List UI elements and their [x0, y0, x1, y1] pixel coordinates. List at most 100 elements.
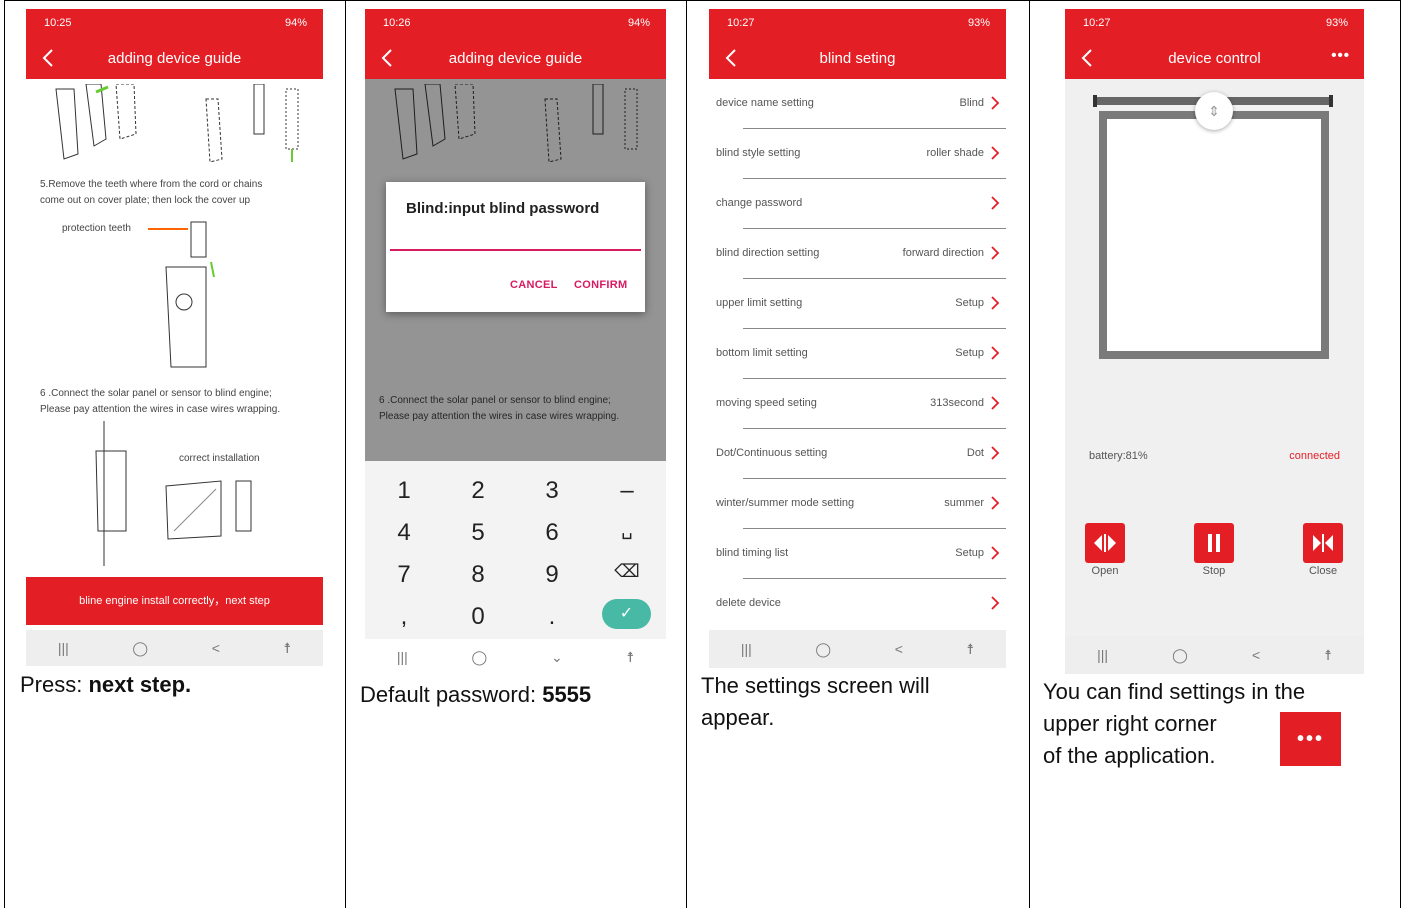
- android-nav-bar: ||| ◯ < ☨: [709, 630, 1006, 668]
- phone-screen-settings: 10:27 93% blind seting device name setti…: [709, 9, 1006, 668]
- settings-row[interactable]: change password: [709, 179, 1006, 229]
- back-arrow-icon[interactable]: [38, 47, 60, 69]
- app-bar: adding device guide: [26, 37, 323, 79]
- key-space[interactable]: ␣: [597, 519, 657, 540]
- settings-row[interactable]: device name setting Blind: [709, 79, 1006, 129]
- nav-back-icon[interactable]: <: [212, 640, 220, 656]
- connection-status: connected: [1289, 450, 1340, 462]
- chevron-right-icon: [991, 396, 1000, 410]
- blind-position-slider-handle[interactable]: ⇕: [1195, 92, 1233, 130]
- settings-row-value: Setup: [955, 297, 984, 309]
- caption-bold: next step.: [88, 672, 192, 697]
- status-time: 10:25: [44, 17, 72, 29]
- nav-home-icon[interactable]: ◯: [1172, 647, 1188, 664]
- backspace-key[interactable]: ⌫: [597, 561, 657, 582]
- correct-installation-sketch: [95, 421, 252, 566]
- settings-row-label: winter/summer mode setting: [716, 497, 855, 509]
- accessibility-icon[interactable]: ☨: [626, 649, 634, 666]
- settings-row-label: upper limit setting: [716, 297, 803, 309]
- close-icon: [1313, 534, 1333, 552]
- page-title: blind seting: [819, 49, 896, 67]
- accessibility-icon[interactable]: ☨: [1324, 647, 1332, 664]
- settings-row[interactable]: blind style setting roller shade: [709, 129, 1006, 179]
- accessibility-icon[interactable]: ☨: [967, 641, 975, 658]
- accessibility-icon[interactable]: ☨: [284, 640, 292, 657]
- chevron-right-icon: [991, 196, 1000, 210]
- keypad-confirm-icon[interactable]: ✓: [602, 599, 651, 629]
- status-bar: 10:27 93%: [709, 9, 1006, 37]
- nav-hide-keyboard-icon[interactable]: ⌄: [551, 649, 563, 666]
- settings-row[interactable]: upper limit setting Setup: [709, 279, 1006, 329]
- step6-line1: 6 .Connect the solar panel or sensor to …: [40, 388, 272, 399]
- key-9[interactable]: 9: [522, 561, 582, 589]
- caption-line2: appear.: [701, 705, 775, 730]
- nav-back-icon[interactable]: <: [1252, 647, 1260, 663]
- close-button[interactable]: [1303, 523, 1343, 563]
- nav-recents-icon[interactable]: |||: [1097, 647, 1108, 663]
- key-2[interactable]: 2: [448, 477, 508, 505]
- stop-button[interactable]: [1194, 523, 1234, 563]
- android-nav-bar: ||| ◯ < ☨: [26, 630, 323, 666]
- password-dialog: Blind:input blind password CANCEL CONFIR…: [386, 182, 645, 312]
- settings-row-label: blind direction setting: [716, 247, 820, 259]
- nav-home-icon[interactable]: ◯: [132, 640, 148, 657]
- step6-line2: Please pay attention the wires in case w…: [40, 404, 281, 415]
- chevron-right-icon: [991, 146, 1000, 160]
- key-4[interactable]: 4: [374, 519, 434, 547]
- settings-row[interactable]: moving speed seting 313second: [709, 379, 1006, 429]
- back-arrow-icon[interactable]: [721, 47, 743, 69]
- key-period[interactable]: .: [522, 603, 582, 631]
- settings-row[interactable]: Dot/Continuous setting Dot: [709, 429, 1006, 479]
- nav-recents-icon[interactable]: |||: [397, 649, 408, 665]
- nav-back-icon[interactable]: <: [895, 641, 903, 657]
- key-7[interactable]: 7: [374, 561, 434, 589]
- chevron-right-icon: [991, 446, 1000, 460]
- settings-row-label: blind timing list: [716, 547, 789, 559]
- settings-row-value: 313second: [930, 397, 984, 409]
- settings-row[interactable]: bottom limit setting Setup: [709, 329, 1006, 379]
- settings-row[interactable]: delete device: [709, 579, 1006, 629]
- instruction-table: 10:25 94% adding device guide 5.Remove t…: [4, 0, 1401, 908]
- password-input[interactable]: [390, 249, 641, 251]
- header: 10:25 94% adding device guide: [26, 9, 323, 79]
- key-minus[interactable]: –: [597, 477, 657, 505]
- settings-row[interactable]: winter/summer mode setting summer: [709, 479, 1006, 529]
- nav-recents-icon[interactable]: |||: [741, 641, 752, 657]
- caption-line3: of the application.: [1043, 743, 1216, 768]
- key-6[interactable]: 6: [522, 519, 582, 547]
- motor-sketch: [148, 221, 215, 368]
- more-dots-icon[interactable]: •••: [1331, 47, 1350, 64]
- key-8[interactable]: 8: [448, 561, 508, 589]
- header: 10:26 94% adding device guide: [365, 9, 666, 79]
- numeric-keypad: 1 2 3 – 4 5 6 ␣ 7 8 9 ⌫ , 0 . ✓: [365, 461, 666, 639]
- status-battery: 93%: [967, 17, 990, 29]
- column-password: 10:26 94% adding device guide 6 .Connect…: [346, 1, 687, 908]
- open-label: Open: [1091, 565, 1119, 577]
- key-5[interactable]: 5: [448, 519, 508, 547]
- back-arrow-icon[interactable]: [1077, 47, 1099, 69]
- blind-preview: [1093, 95, 1333, 359]
- nav-home-icon[interactable]: ◯: [472, 649, 488, 666]
- key-1[interactable]: 1: [374, 477, 434, 505]
- open-button[interactable]: [1085, 523, 1125, 563]
- key-comma[interactable]: ,: [374, 603, 434, 631]
- status-bar: 10:25 94%: [26, 9, 323, 37]
- settings-row[interactable]: blind timing list Setup: [709, 529, 1006, 579]
- status-bar: 10:27 93%: [1065, 9, 1364, 37]
- settings-row-value: Setup: [955, 347, 984, 359]
- key-3[interactable]: 3: [522, 477, 582, 505]
- more-dots-icon: •••: [1280, 712, 1341, 766]
- nav-home-icon[interactable]: ◯: [815, 641, 831, 658]
- nav-recents-icon[interactable]: |||: [58, 640, 69, 656]
- settings-row[interactable]: blind direction setting forward direction: [709, 229, 1006, 279]
- confirm-button[interactable]: CONFIRM: [574, 279, 627, 291]
- cancel-button[interactable]: CANCEL: [510, 279, 558, 291]
- app-bar: adding device guide: [365, 37, 666, 79]
- key-0[interactable]: 0: [448, 603, 508, 631]
- back-arrow-icon[interactable]: [377, 47, 399, 69]
- settings-row-value: roller shade: [926, 147, 984, 159]
- settings-row-label: Dot/Continuous setting: [716, 447, 828, 459]
- header: 10:27 93% device control •••: [1065, 9, 1364, 79]
- next-step-button[interactable]: bline engine install correctly，next step: [26, 577, 323, 625]
- chevron-right-icon: [991, 246, 1000, 260]
